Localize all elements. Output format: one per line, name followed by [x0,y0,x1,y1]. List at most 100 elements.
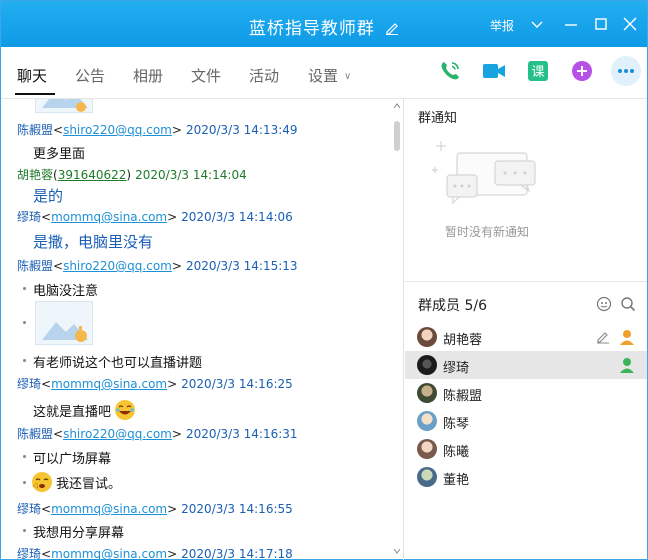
message-text: 这就是直播吧 [33,399,136,421]
sender-name[interactable]: 缪琦 [17,502,41,516]
scrollbar-thumb[interactable] [394,121,400,151]
tab-announcements[interactable]: 公告 [75,65,105,86]
image-message[interactable] [35,99,93,113]
chat-scrollbar[interactable] [391,99,403,560]
message-text: 电脑没注意 [33,284,99,299]
avatar[interactable] [417,439,437,459]
message-time: 2020/3/3 14:16:31 [185,427,298,441]
member-manage-icon[interactable] [596,296,612,312]
message-time: 2020/3/3 14:16:25 [181,377,293,391]
message-time: 2020/3/3 14:17:18 [181,547,293,560]
shy-emoji-icon [32,472,52,492]
sender-email[interactable]: shiro220@qq.com [63,427,172,441]
sender-name[interactable]: 胡艳蓉 [17,168,53,182]
sender-qq[interactable]: 391640622 [58,168,127,182]
more-icon[interactable] [610,55,642,87]
avatar[interactable] [417,383,437,403]
message-text: 我想用分享屏幕 [33,526,125,541]
member-name: 胡艳蓉 [443,333,483,348]
member-item[interactable]: 陈曦 [405,435,647,463]
close-icon[interactable] [621,15,639,33]
video-call-icon[interactable] [480,57,508,85]
tab-chat[interactable]: 聊天 [17,65,47,86]
sender-name[interactable]: 缪琦 [17,377,41,391]
edit-icon[interactable] [596,330,610,344]
members-title: 群成员 5/6 [418,298,487,314]
empty-notice-illustration [432,141,536,205]
scroll-down-icon[interactable] [393,547,401,555]
sender-name[interactable]: 陈赮盟 [17,259,53,273]
sender-email[interactable]: mommq@sina.com [51,547,167,560]
bullet [23,481,26,484]
tab-files[interactable]: 文件 [191,65,221,86]
chevron-down-icon[interactable] [528,15,546,33]
tab-activities[interactable]: 活动 [249,65,279,86]
member-name: 陈曦 [443,445,470,460]
sender-email[interactable]: mommq@sina.com [51,502,167,516]
bullet [23,287,26,290]
member-item[interactable]: 胡艳蓉 [405,323,647,351]
message-text: 可以广场屏幕 [33,452,112,467]
empty-notice-text: 暂时没有新通知 [445,225,530,239]
message-text: 是的 [33,187,64,205]
message-time: 2020/3/3 14:15:13 [185,259,298,273]
chat-history[interactable]: 陈赮盟<shiro220@qq.com> 2020/3/3 14:13:49 更多… [1,99,404,560]
member-name: 陈琴 [443,417,470,432]
message-header: 陈赮盟<shiro220@qq.com> 2020/3/3 14:15:13 [17,259,298,273]
tab-album[interactable]: 相册 [133,65,163,86]
sender-name[interactable]: 缪琦 [17,210,41,224]
avatar[interactable] [417,327,437,347]
member-item[interactable]: 董艳 [405,463,647,491]
add-app-icon[interactable] [568,57,596,85]
sender-name[interactable]: 缪琦 [17,547,41,560]
message-text: 是撒，电脑里没有 [33,233,154,251]
image-placeholder-icon [42,322,88,342]
sender-email[interactable]: mommq@sina.com [51,210,167,224]
title-wrap: 蓝桥指导教师群 [1,14,647,39]
scroll-up-icon[interactable] [393,102,401,110]
active-tab-indicator [15,93,55,95]
edit-name-icon[interactable] [385,21,399,35]
avatar[interactable] [417,411,437,431]
tab-settings[interactable]: 设置 ∨ [308,65,351,86]
notice-title: 群通知 [418,111,458,126]
avatar[interactable] [417,467,437,487]
phone-call-icon[interactable] [436,57,464,85]
message-time: 2020/3/3 14:16:55 [181,502,293,516]
search-icon[interactable] [620,296,636,312]
sender-name[interactable]: 陈赮盟 [17,427,53,441]
message-time: 2020/3/3 14:14:04 [135,168,247,182]
message-header: 缪琦<mommq@sina.com> 2020/3/3 14:17:18 [17,547,293,560]
message-text-content: 我还冒试。 [56,477,122,492]
message-text: 更多里面 [33,147,86,162]
member-item[interactable]: 陈赮盟 [405,379,647,407]
member-name: 陈赮盟 [443,389,483,404]
message-time: 2020/3/3 14:14:06 [181,210,293,224]
divider [405,281,647,282]
maximize-icon[interactable] [592,15,610,33]
owner-badge-icon [620,330,634,345]
avatar[interactable] [417,355,437,375]
image-message[interactable] [35,301,93,345]
title-bar: 蓝桥指导教师群 举报 [1,1,647,47]
side-panel: 群通知 暂时没有新通知 群成员 5/6 胡艳蓉 缪琦 陈赮盟 陈琴 陈曦 董艳 [405,99,647,560]
sender-name[interactable]: 陈赮盟 [17,123,53,137]
message-header: 胡艳蓉(391640622) 2020/3/3 14:14:04 [17,168,247,182]
sender-email[interactable]: shiro220@qq.com [63,123,172,137]
bullet [23,359,26,362]
report-link[interactable]: 举报 [490,17,514,34]
sender-email[interactable]: shiro220@qq.com [63,259,172,273]
member-item[interactable]: 陈琴 [405,407,647,435]
member-name: 董艳 [443,473,470,488]
classroom-icon[interactable]: 课 [524,57,552,85]
message-text: 我还冒试。 [31,471,121,493]
bullet [23,529,26,532]
message-text: 有老师说这个也可以直播讲题 [33,356,203,371]
member-item[interactable]: 缪琦 [405,351,647,379]
chevron-down-icon: ∨ [344,71,352,82]
minimize-icon[interactable] [562,15,580,33]
svg-text:课: 课 [531,65,544,80]
laugh-emoji-icon [115,400,136,420]
sender-email[interactable]: mommq@sina.com [51,377,167,391]
admin-badge-icon [620,358,634,373]
